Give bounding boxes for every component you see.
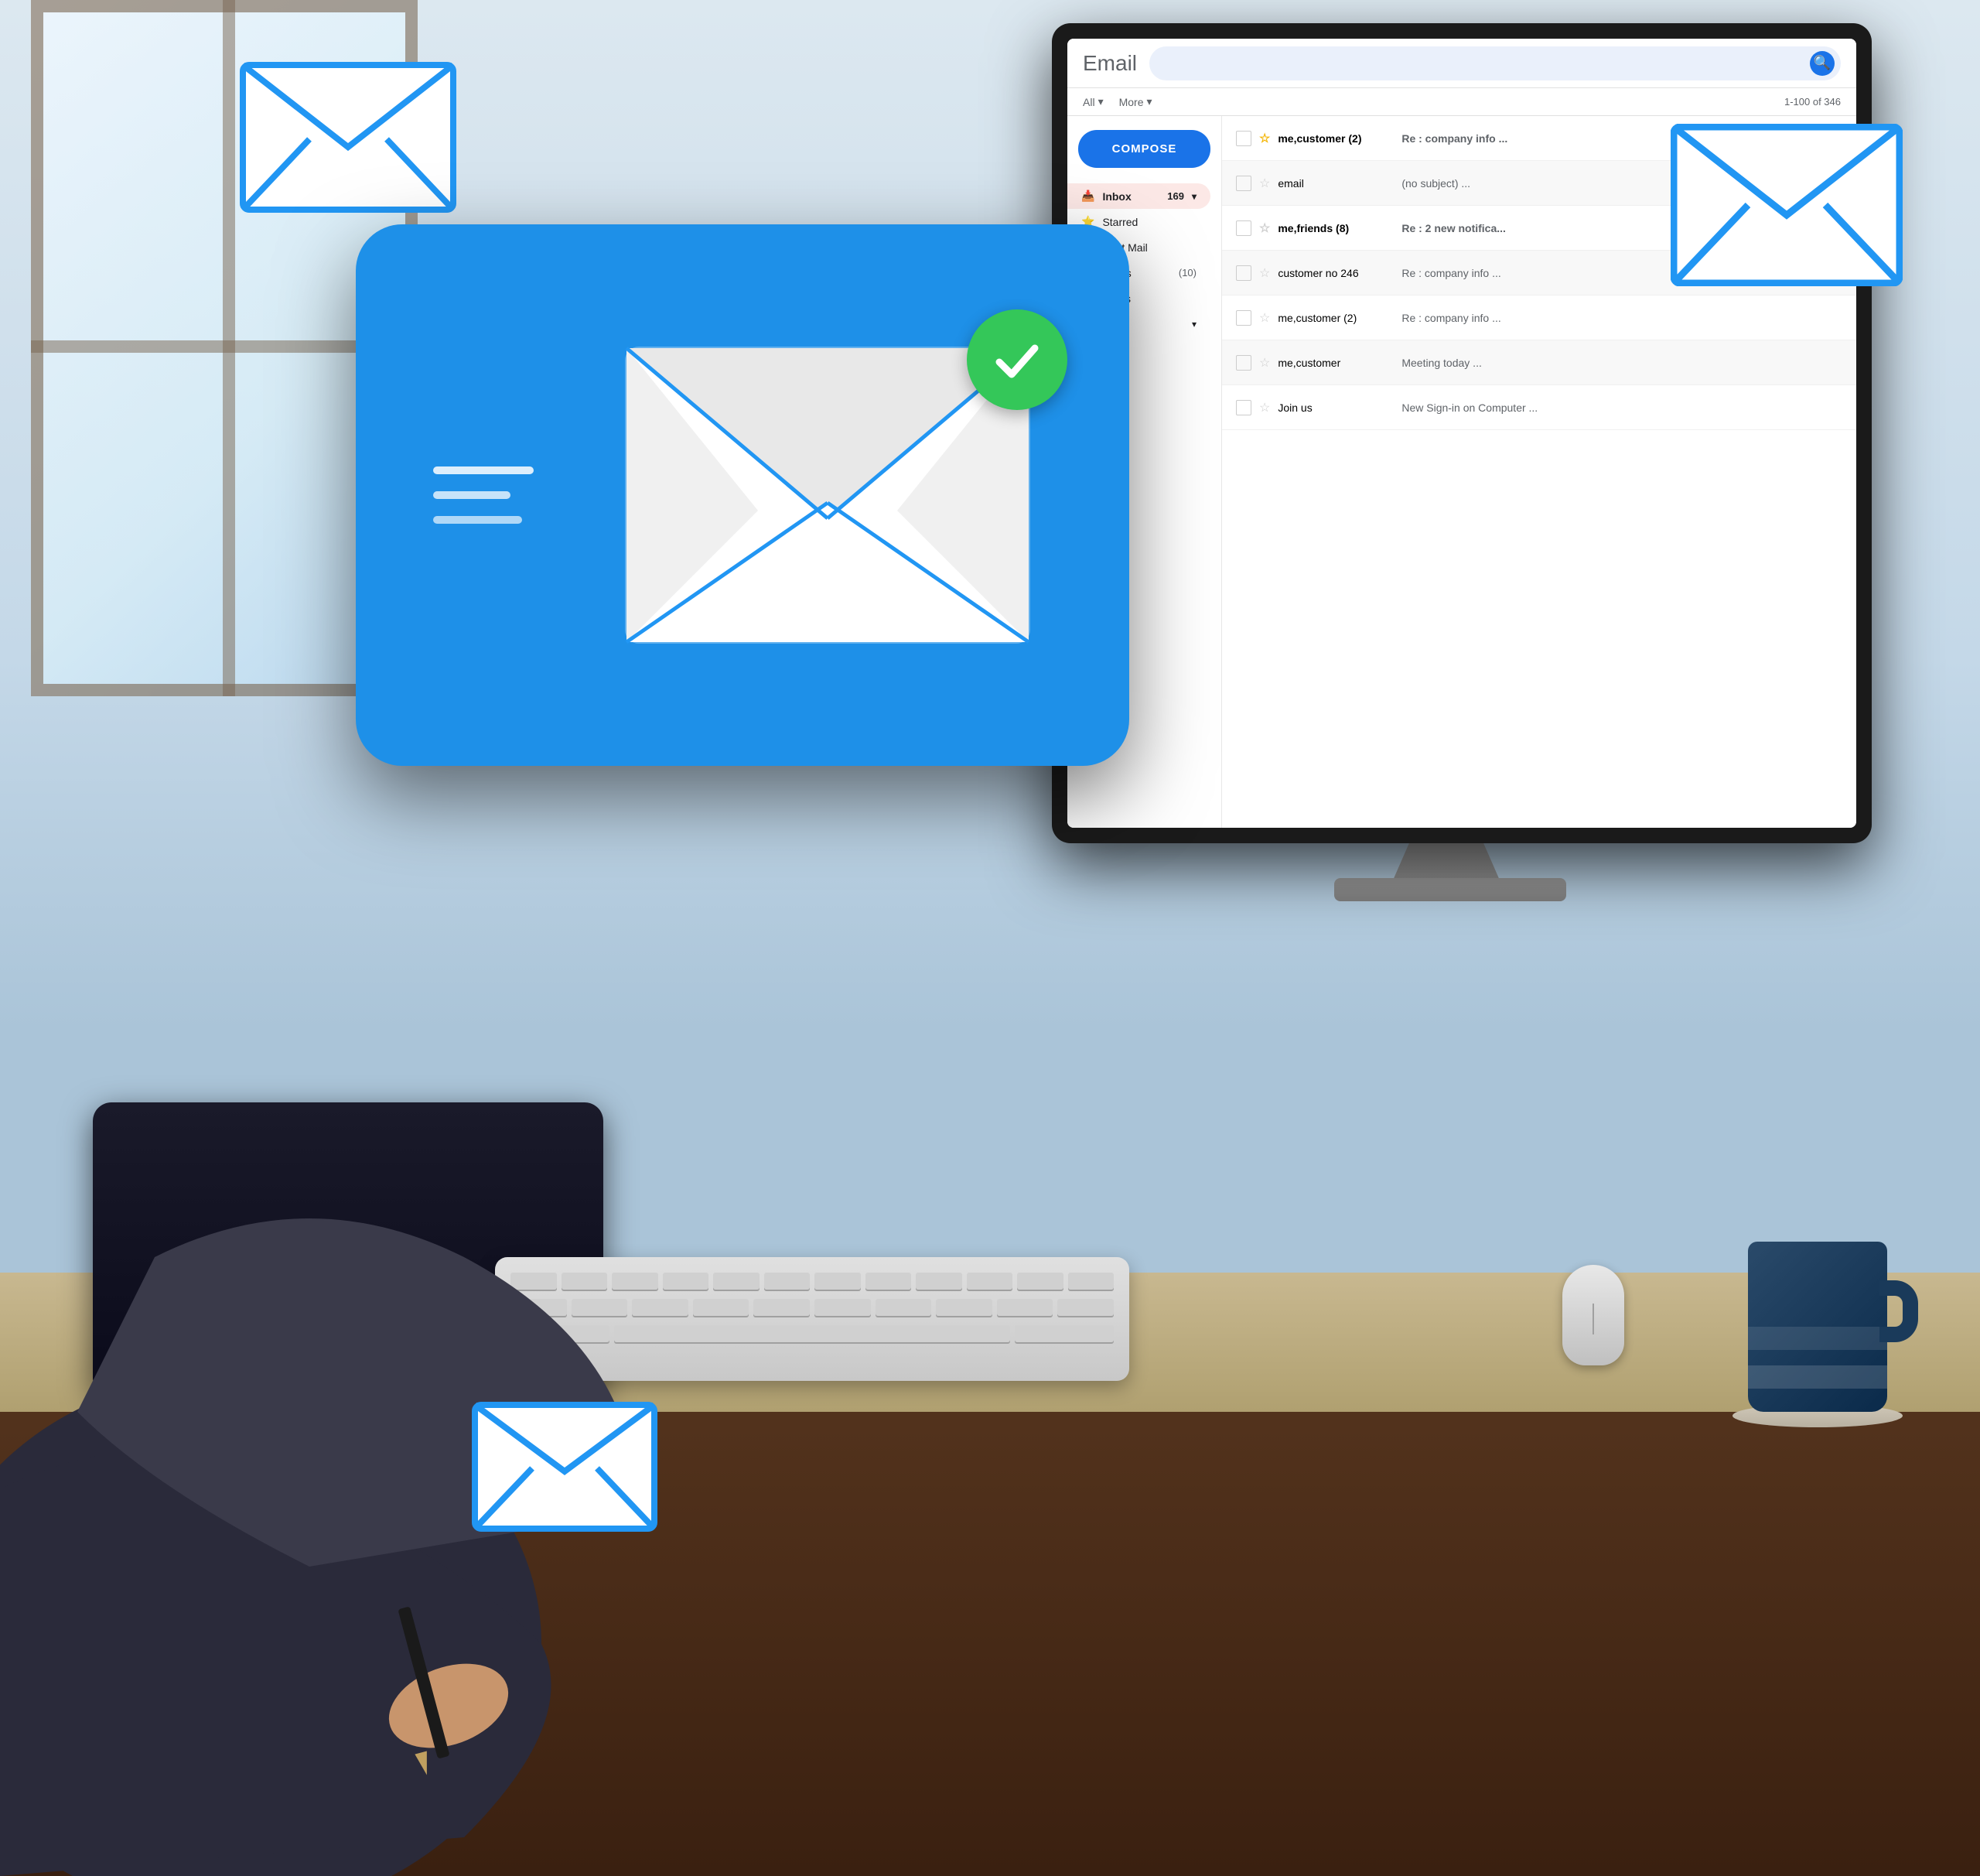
coffee-cup-container (1748, 1242, 1903, 1427)
check-badge (967, 309, 1067, 410)
cup-handle (1879, 1280, 1918, 1342)
key (693, 1299, 749, 1316)
email-toolbar: All ▾ More ▾ 1-100 of 346 (1067, 88, 1856, 116)
key (814, 1273, 861, 1290)
email-sender: me,customer (1278, 357, 1394, 369)
key (713, 1273, 760, 1290)
speed-lines (433, 466, 534, 524)
chevron-down-icon: ▾ (1147, 95, 1152, 108)
star-icon[interactable]: ☆ (1259, 220, 1270, 236)
mouse-divider (1593, 1304, 1594, 1334)
big-blue-card (356, 224, 1129, 766)
person-svg (0, 793, 696, 1876)
key (997, 1299, 1053, 1316)
app-title: Email (1083, 51, 1137, 76)
floating-envelope-topright (1671, 124, 1903, 290)
toolbar-all[interactable]: All ▾ (1083, 95, 1104, 108)
email-checkbox[interactable] (1236, 131, 1251, 146)
compose-button[interactable]: COMPOSE (1078, 130, 1210, 168)
coffee-cup-body (1748, 1242, 1887, 1412)
email-sender: customer no 246 (1278, 267, 1394, 279)
cup-stripe-1 (1748, 1365, 1887, 1389)
key (814, 1299, 871, 1316)
key (967, 1273, 1013, 1290)
sidebar-item-inbox[interactable]: 📥 Inbox 169 ▾ (1067, 183, 1210, 209)
email-header: Email 🔍 (1067, 39, 1856, 88)
email-checkbox[interactable] (1236, 310, 1251, 326)
key (916, 1273, 962, 1290)
email-sender: email (1278, 177, 1394, 190)
large-envelope (619, 340, 1036, 650)
email-count: 1-100 of 346 (1784, 96, 1841, 108)
email-subject: New Sign-in on Computer ... (1401, 402, 1842, 414)
key (1017, 1273, 1063, 1290)
star-icon[interactable]: ☆ (1259, 355, 1270, 371)
email-sender: me,friends (8) (1278, 222, 1394, 234)
email-subject: Re : company info ... (1401, 312, 1842, 324)
speed-line-3 (433, 516, 522, 524)
search-icon: 🔍 (1814, 55, 1831, 71)
email-checkbox[interactable] (1236, 265, 1251, 281)
chevron-down-icon: ▾ (1098, 95, 1104, 108)
email-checkbox[interactable] (1236, 400, 1251, 415)
large-envelope-svg (619, 340, 1036, 650)
speed-line-2 (433, 491, 510, 499)
key (1068, 1273, 1115, 1290)
search-input[interactable] (1149, 46, 1841, 80)
person-body (0, 793, 696, 1876)
star-icon[interactable]: ☆ (1259, 176, 1270, 191)
star-icon[interactable]: ☆ (1259, 265, 1270, 281)
toolbar-more[interactable]: More ▾ (1119, 95, 1152, 108)
more-chevron-icon: ▾ (1192, 319, 1197, 330)
email-checkbox[interactable] (1236, 355, 1251, 371)
email-row[interactable]: ☆ me,customer Meeting today ... (1222, 340, 1856, 385)
cup-stripe-2 (1748, 1327, 1887, 1350)
mouse (1562, 1265, 1624, 1365)
star-icon[interactable]: ☆ (1259, 310, 1270, 326)
key (764, 1273, 811, 1290)
speed-line-1 (433, 466, 534, 474)
key (865, 1273, 912, 1290)
email-sender: me,customer (2) (1278, 312, 1394, 324)
key (876, 1299, 932, 1316)
email-sender: Join us (1278, 402, 1394, 414)
floating-envelope-topleft (240, 62, 456, 217)
email-checkbox[interactable] (1236, 220, 1251, 236)
star-icon[interactable]: ☆ (1259, 131, 1270, 146)
inbox-icon: 📥 (1081, 190, 1094, 203)
key (1015, 1325, 1114, 1342)
search-container: 🔍 (1149, 46, 1841, 80)
floating-envelope-bottom (472, 1402, 657, 1536)
email-row[interactable]: ☆ me,customer (2) Re : company info ... (1222, 296, 1856, 340)
email-row[interactable]: ☆ Join us New Sign-in on Computer ... (1222, 385, 1856, 430)
envelope-svg-topleft (240, 62, 456, 213)
search-button[interactable]: 🔍 (1810, 51, 1835, 76)
inbox-badge: 169 (1167, 190, 1184, 202)
email-sender: me,customer (2) (1278, 132, 1394, 145)
envelope-svg-topright (1671, 124, 1903, 286)
email-subject: Meeting today ... (1401, 357, 1842, 369)
monitor-base (1334, 878, 1566, 901)
inbox-chevron: ▾ (1192, 191, 1197, 202)
key (1057, 1299, 1114, 1316)
key (936, 1299, 992, 1316)
email-checkbox[interactable] (1236, 176, 1251, 191)
key (753, 1299, 810, 1316)
compose-container: COMPOSE (1078, 130, 1210, 168)
star-icon[interactable]: ☆ (1259, 400, 1270, 415)
checkmark-icon (990, 333, 1044, 387)
drafts-badge: (10) (1179, 267, 1197, 278)
envelope-svg-bottom (472, 1402, 657, 1532)
